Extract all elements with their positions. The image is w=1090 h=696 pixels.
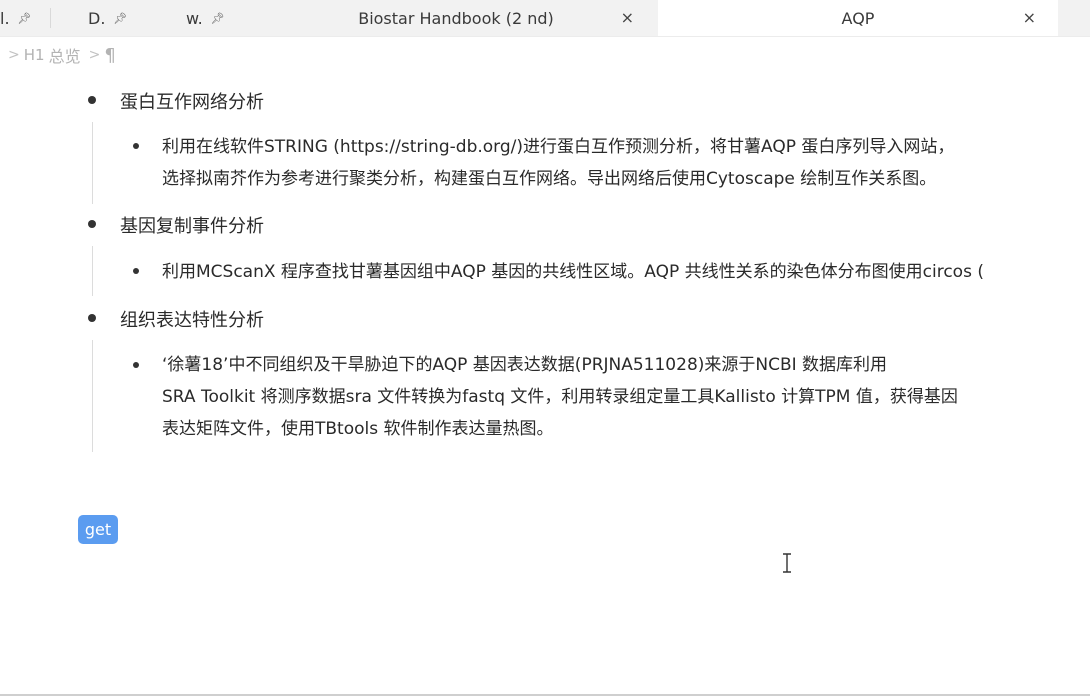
text-cursor-svg	[783, 553, 791, 573]
close-icon[interactable]: ×	[621, 8, 634, 27]
pin-icon[interactable]: 📌︎	[18, 12, 32, 25]
bullet	[88, 220, 96, 228]
section-heading: 基因复制事件分析	[120, 216, 264, 237]
pilcrow-icon[interactable]: ¶	[104, 45, 115, 66]
pin-icon[interactable]: 📌︎	[211, 12, 225, 25]
bullet	[133, 362, 139, 368]
breadcrumb: > H1 总览 > ¶	[0, 40, 116, 70]
bullet	[133, 268, 139, 274]
tab-label: w.	[186, 8, 203, 28]
tab-bar: l. 📌︎ D. 📌︎ w. 📌︎ Biostar Handbook (2 nd…	[0, 0, 1090, 37]
pin-icon[interactable]: 📌︎	[113, 12, 127, 25]
tab-aqp[interactable]: AQP ×	[658, 0, 1058, 36]
chevron-right-icon: >	[88, 47, 101, 63]
breadcrumb-title[interactable]: 总览	[49, 43, 81, 67]
indent-guide	[92, 340, 93, 452]
tab-label: Biostar Handbook (2 nd)	[358, 8, 554, 28]
chevron-right-icon: >	[8, 47, 20, 63]
tab-label: D.	[88, 8, 106, 28]
indent-guide	[92, 122, 93, 204]
get-button[interactable]: get	[78, 515, 118, 544]
tab-label: l.	[0, 8, 10, 28]
close-icon[interactable]: ×	[1023, 8, 1036, 27]
section-heading: 蛋白互作网络分析	[120, 92, 264, 113]
text-cursor-icon	[781, 553, 793, 573]
tab-2[interactable]: D. 📌︎	[88, 0, 158, 36]
list-item: ‘徐薯18’中不同组织及干旱胁迫下的AQP 基因表达数据(PRJNA511028…	[162, 355, 958, 439]
tab-3[interactable]: w. 📌︎	[186, 0, 256, 36]
bullet	[88, 96, 96, 104]
bullet	[133, 143, 139, 149]
tab-biostar[interactable]: Biostar Handbook (2 nd) ×	[256, 0, 656, 36]
list-item: 利用在线软件STRING (https://string-db.org/)进行蛋…	[162, 137, 955, 189]
indent-guide	[92, 246, 93, 296]
tab-divider	[50, 8, 51, 28]
heading-level-icon: H1	[23, 46, 45, 64]
bullet	[88, 314, 96, 322]
section-heading: 组织表达特性分析	[120, 310, 264, 331]
tab-label: AQP	[841, 8, 875, 28]
list-item: 利用MCScanX 程序查找甘薯基因组中AQP 基因的共线性区域。AQP 共线性…	[162, 262, 984, 282]
tab-1[interactable]: l. 📌︎	[0, 0, 50, 36]
